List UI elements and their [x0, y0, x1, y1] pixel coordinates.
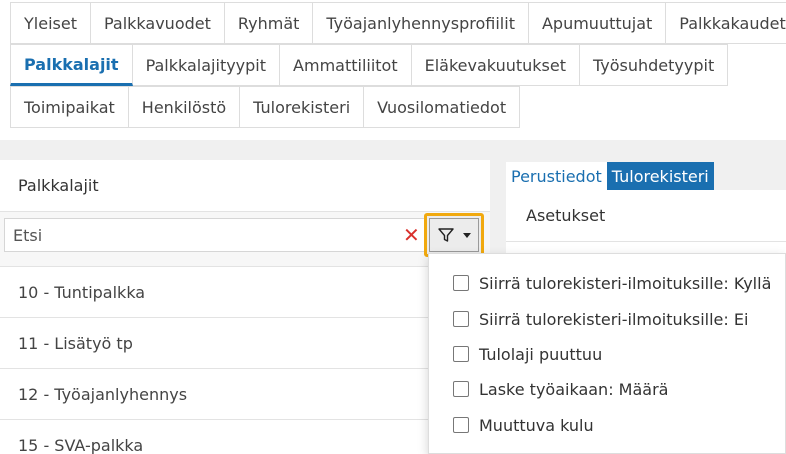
checkbox[interactable]	[453, 346, 469, 362]
filter-button[interactable]	[424, 213, 484, 257]
filter-option[interactable]: Tulolaji puuttuu	[453, 342, 602, 366]
list-item[interactable]: 15 - SVA-palkka	[0, 419, 490, 454]
list-item[interactable]: 10 - Tuntipalkka	[0, 266, 490, 317]
filter-menu: Siirrä tulorekisteri-ilmoituksille: Kyll…	[428, 253, 786, 454]
checkbox[interactable]	[453, 417, 469, 433]
checkbox[interactable]	[453, 311, 469, 327]
tab-palkkalajityypit[interactable]: Palkkalajityypit	[132, 44, 281, 86]
tab-palkkalajit[interactable]: Palkkalajit	[10, 44, 133, 86]
detail-tabs: Perustiedot Tulorekisteri	[506, 162, 714, 190]
tab-tulorekisteri[interactable]: Tulorekisteri	[240, 86, 365, 128]
checkbox[interactable]	[453, 381, 469, 397]
search-row: ✕	[0, 212, 490, 266]
tab-henkilosto[interactable]: Henkilöstö	[128, 86, 241, 128]
list-item[interactable]: 12 - Työajanlyhennys	[0, 368, 490, 419]
pay-types-list: 10 - Tuntipalkka 11 - Lisätyö tp 12 - Ty…	[0, 266, 490, 454]
filter-option[interactable]: Siirrä tulorekisteri-ilmoituksille: Kyll…	[453, 271, 771, 295]
filter-option-label: Siirrä tulorekisteri-ilmoituksille: Kyll…	[479, 273, 772, 293]
filter-option-label: Muuttuva kulu	[479, 415, 594, 435]
tab-ryhmat[interactable]: Ryhmät	[224, 2, 314, 44]
tab-row-2: Palkkalajit Palkkalajityypit Ammattiliit…	[10, 44, 729, 86]
settings-tabs: Yleiset Palkkavuodet Ryhmät Työajanlyhen…	[0, 0, 786, 140]
pay-types-panel: Palkkalajit ✕ 10 - Tuntipalkka 11 - Lisä…	[0, 160, 490, 454]
list-item[interactable]: 11 - Lisätyö tp	[0, 317, 490, 368]
section-title: Asetukset	[506, 190, 786, 242]
chevron-down-icon	[463, 232, 471, 238]
tab-tyosuhdetyypit[interactable]: Työsuhdetyypit	[579, 44, 729, 86]
close-icon[interactable]: ✕	[403, 224, 421, 246]
tab-elakevakuutukset[interactable]: Eläkevakuutukset	[411, 44, 580, 86]
filter-option-label: Tulolaji puuttuu	[479, 344, 603, 364]
tab-tulorekisteri-detail[interactable]: Tulorekisteri	[606, 162, 714, 190]
filter-option-label: Laske työaikaan: Määrä	[479, 379, 669, 399]
filter-icon	[438, 228, 454, 242]
tab-ammattiliitot[interactable]: Ammattiliitot	[280, 44, 412, 86]
filter-option[interactable]: Siirrä tulorekisteri-ilmoituksille: Ei	[453, 307, 748, 331]
panel-title: Palkkalajit	[0, 160, 490, 212]
tab-palkkavuodet[interactable]: Palkkavuodet	[90, 2, 225, 44]
filter-option[interactable]: Muuttuva kulu	[453, 413, 594, 437]
tab-palkkakaudet[interactable]: Palkkakaudet	[666, 2, 786, 44]
filter-option[interactable]: Laske työaikaan: Määrä	[453, 377, 668, 401]
tab-yleiset[interactable]: Yleiset	[10, 2, 91, 44]
checkbox[interactable]	[453, 275, 469, 291]
filter-option-label: Siirrä tulorekisteri-ilmoituksille: Ei	[479, 309, 749, 329]
tab-vuosilomatiedot[interactable]: Vuosilomatiedot	[364, 86, 521, 128]
tab-perustiedot[interactable]: Perustiedot	[506, 162, 607, 190]
tab-apumuuttujat[interactable]: Apumuuttujat	[528, 2, 667, 44]
tab-row-3: Toimipaikat Henkilöstö Tulorekisteri Vuo…	[10, 86, 521, 128]
tab-tyoajanlyhennysprofiilit[interactable]: Työajanlyhennysprofiilit	[313, 2, 529, 44]
tab-toimipaikat[interactable]: Toimipaikat	[10, 86, 129, 128]
search-input[interactable]	[4, 218, 428, 252]
tab-row-1: Yleiset Palkkavuodet Ryhmät Työajanlyhen…	[10, 2, 786, 44]
